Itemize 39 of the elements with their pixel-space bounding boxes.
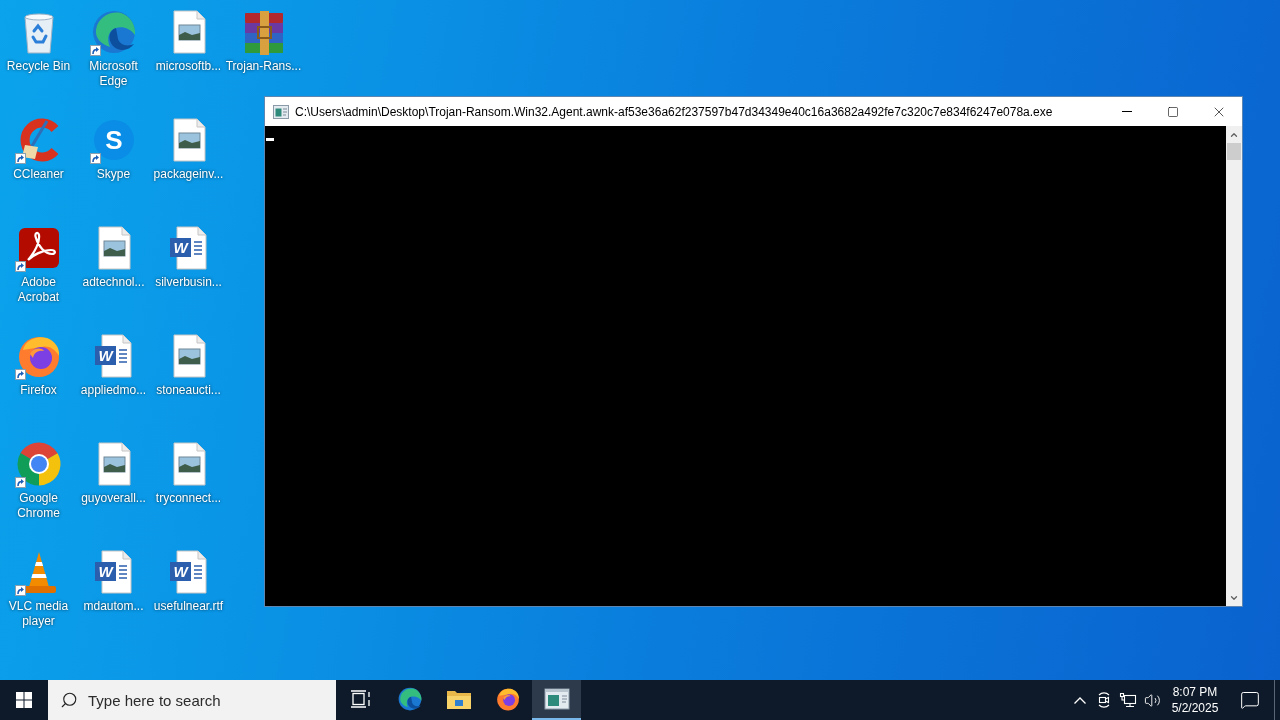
desktop-icon-label: tryconnect... [154, 491, 223, 506]
folder-icon [445, 688, 472, 710]
search-field[interactable]: Type here to search [48, 680, 336, 720]
network-icon [1119, 692, 1137, 708]
desktop-icon-label: microsoftb... [154, 59, 223, 74]
desktop-icon-label: packageinv... [152, 167, 225, 182]
console-window-icon [273, 103, 289, 120]
task-view-icon [350, 690, 371, 708]
desktop-icon-label: stoneaucti... [155, 383, 222, 398]
desktop-icon-label: adtechnol... [81, 275, 146, 290]
desktop-icon-label: usefulnear.rtf [152, 599, 225, 614]
notification-icon [1240, 690, 1260, 710]
windows-logo-icon [16, 692, 32, 708]
desktop-icon-label: appliedmo... [79, 383, 148, 398]
desktop-icon-label: Google Chrome [16, 491, 61, 521]
minimize-icon [1122, 111, 1132, 112]
window-title: C:\Users\admin\Desktop\Trojan-Ransom.Win32.Agent.awnk-af53e36a62f237597b47d34349e40c16a3682a492fe7c320c7e834f6247e078a.exe [295, 103, 1053, 121]
chevron-up-icon [1074, 696, 1086, 704]
edge-logo-icon [396, 686, 423, 712]
taskbar-app-button[interactable] [532, 680, 581, 720]
desktop-icon-label: Firefox [19, 383, 58, 398]
camera-icon [1096, 692, 1112, 708]
desktop-icon-label: Microsoft Edge [88, 59, 139, 89]
desktop-icon-label: mdautom... [82, 599, 145, 614]
desktop-icon-label: Trojan-Rans... [225, 59, 302, 74]
console-window-icon [543, 688, 570, 710]
scroll-thumb[interactable] [1227, 143, 1241, 160]
speaker-icon [1143, 691, 1161, 709]
desktop-icon-label: Recycle Bin [5, 59, 72, 74]
desktop-icon-label: Adobe Acrobat [16, 275, 61, 305]
desktop-icon-label: Skype [95, 167, 132, 182]
desktop-icon-label: silverbusin... [154, 275, 223, 290]
maximize-icon [1167, 105, 1179, 118]
desktop-icon-label: CCleaner [12, 167, 65, 182]
search-icon [60, 691, 78, 709]
clock[interactable]: 8:07 PM 5/2/2025 [1164, 680, 1226, 720]
desktop-icon-label: guyoverall... [80, 491, 147, 506]
firefox-logo-icon [494, 686, 521, 712]
desktop-icon-label: VLC media player [7, 599, 70, 629]
